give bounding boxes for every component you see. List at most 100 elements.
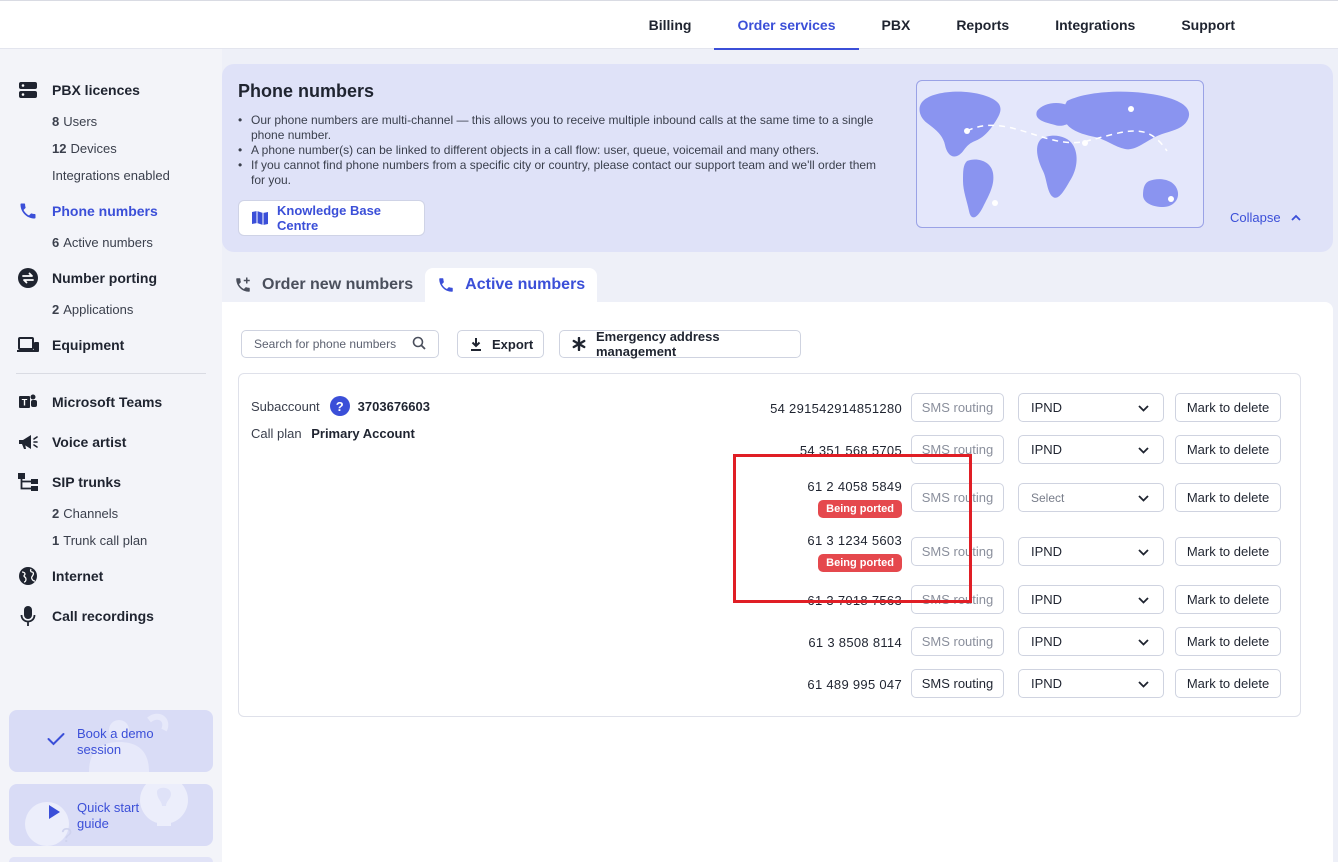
numbers-card: Subaccount ? 3703676603 Call plan Primar…: [238, 373, 1301, 717]
book-demo-line2: session: [77, 742, 122, 757]
search-icon: [412, 336, 426, 353]
select-value: IPND: [1031, 592, 1063, 607]
ipnd-select[interactable]: IPND: [1018, 435, 1164, 464]
mark-to-delete-button[interactable]: Mark to delete: [1175, 483, 1281, 512]
phone-number: 61 2 4058 5849: [807, 479, 902, 494]
select-value: Select: [1031, 490, 1065, 505]
ipnd-select[interactable]: IPND: [1018, 585, 1164, 614]
phone-plus-icon: [234, 276, 252, 294]
tab-order-new-numbers[interactable]: Order new numbers: [222, 268, 425, 302]
tab-label: Active numbers: [465, 276, 586, 293]
quick-start-card[interactable]: ? Quick start guide: [9, 784, 213, 846]
mark-to-delete-button[interactable]: Mark to delete: [1175, 585, 1281, 614]
sidebar-sub-users[interactable]: 8 Users: [52, 114, 97, 129]
sms-routing-button[interactable]: SMS routing: [911, 393, 1004, 422]
sms-routing-button[interactable]: SMS routing: [911, 537, 1004, 566]
search-placeholder: Search for phone numbers: [254, 337, 397, 351]
ipnd-select[interactable]: Select: [1018, 483, 1164, 512]
phone-number: 61 3 8508 8114: [808, 635, 902, 650]
sidebar-item-pbx-licences[interactable]: PBX licences: [16, 78, 140, 102]
info-bullet: A phone number(s) can be linked to diffe…: [238, 143, 888, 158]
mark-to-delete-button[interactable]: Mark to delete: [1175, 393, 1281, 422]
chevron-down-icon: [1138, 490, 1149, 505]
sidebar-item-sip-trunks[interactable]: SIP trunks: [16, 470, 121, 494]
export-button[interactable]: Export: [457, 330, 544, 358]
sidebar-item-voice-artist[interactable]: Voice artist: [16, 430, 126, 454]
mark-to-delete-button[interactable]: Mark to delete: [1175, 435, 1281, 464]
sidebar-item-internet[interactable]: Internet: [16, 564, 103, 588]
sidebar-sub-devices[interactable]: 12 Devices: [52, 141, 117, 156]
sidebar-item-label: Voice artist: [52, 434, 127, 450]
mark-to-delete-button[interactable]: Mark to delete: [1175, 627, 1281, 656]
sidebar-sub-applications[interactable]: 2 Applications: [52, 302, 133, 317]
sms-routing-button[interactable]: SMS routing: [911, 435, 1004, 464]
sidebar-item-label: Number porting: [52, 270, 157, 286]
table-row: 61 3 8508 8114 SMS routing IPND Mark to …: [239, 627, 1302, 657]
phone-number: 54 291542914851280: [770, 401, 902, 416]
ipnd-select[interactable]: IPND: [1018, 669, 1164, 698]
sms-routing-button[interactable]: SMS routing: [911, 483, 1004, 512]
page-title: Phone numbers: [238, 81, 375, 101]
sub-count: 12: [52, 141, 67, 156]
info-bullet: If you cannot find phone numbers from a …: [238, 158, 888, 188]
world-map-icon: [919, 91, 1190, 218]
status-badge: Being ported: [818, 500, 902, 518]
top-nav: Billing Order services PBX Reports Integ…: [626, 1, 1258, 50]
collapse-button[interactable]: Collapse: [1230, 210, 1301, 225]
sidebar-divider: [16, 373, 206, 374]
nav-reports[interactable]: Reports: [933, 1, 1032, 49]
book-demo-line1: Book a demo: [77, 726, 154, 741]
ipnd-select[interactable]: IPND: [1018, 537, 1164, 566]
world-map-illustration: [916, 80, 1204, 228]
sidebar-item-phone-numbers[interactable]: Phone numbers: [16, 199, 158, 223]
sms-routing-button[interactable]: SMS routing: [911, 585, 1004, 614]
nav-pbx[interactable]: PBX: [859, 1, 934, 49]
export-label: Export: [492, 336, 534, 352]
phone-number: 61 3 1234 5603: [807, 533, 902, 548]
sub-count: 8: [52, 114, 60, 129]
sidebar-item-label: PBX licences: [52, 82, 140, 98]
numbers-tabs: Order new numbers Active numbers: [222, 268, 598, 302]
svg-text:?: ?: [61, 825, 72, 846]
search-input[interactable]: Search for phone numbers: [241, 330, 439, 358]
phone-number: 61 489 995 047: [807, 677, 902, 692]
sidebar-sub-active-numbers[interactable]: 6 Active numbers: [52, 235, 153, 250]
book-demo-card[interactable]: Book a demo session: [9, 710, 213, 772]
sub-count: 2: [52, 506, 60, 521]
microphone-icon: [16, 604, 40, 628]
chevron-down-icon: [1138, 634, 1149, 649]
globe-icon: [16, 564, 40, 588]
sub-count: 1: [52, 533, 60, 548]
knowledge-base-button[interactable]: Knowledge Base Centre: [238, 200, 425, 236]
info-banner: Phone numbers Our phone numbers are mult…: [222, 64, 1333, 252]
server-icon: [16, 78, 40, 102]
tab-active-numbers[interactable]: Active numbers: [425, 268, 598, 302]
phone-icon: [16, 199, 40, 223]
mark-to-delete-button[interactable]: Mark to delete: [1175, 537, 1281, 566]
mark-to-delete-button[interactable]: Mark to delete: [1175, 669, 1281, 698]
sidebar-item-number-porting[interactable]: Number porting: [16, 266, 157, 290]
sms-routing-button[interactable]: SMS routing: [911, 669, 1004, 698]
nav-order-services[interactable]: Order services: [714, 1, 859, 50]
sidebar-item-equipment[interactable]: Equipment: [16, 333, 124, 357]
ipnd-select[interactable]: IPND: [1018, 627, 1164, 656]
sidebar-item-label: Call recordings: [52, 608, 154, 624]
nav-support[interactable]: Support: [1158, 1, 1258, 49]
sms-routing-button[interactable]: SMS routing: [911, 627, 1004, 656]
sidebar-item-label: Microsoft Teams: [52, 394, 163, 410]
nav-billing[interactable]: Billing: [626, 1, 715, 49]
sub-text: Devices: [70, 141, 117, 156]
ipnd-select[interactable]: IPND: [1018, 393, 1164, 422]
chevron-down-icon: [1138, 442, 1149, 457]
sidebar-sub-trunk-call-plan[interactable]: 1 Trunk call plan: [52, 533, 147, 548]
sidebar-item-call-recordings[interactable]: Call recordings: [16, 604, 154, 628]
info-bullet: Our phone numbers are multi-channel — th…: [238, 113, 888, 143]
sidebar-item-microsoft-teams[interactable]: T Microsoft Teams: [16, 390, 162, 414]
chevron-down-icon: [1138, 592, 1149, 607]
nav-integrations[interactable]: Integrations: [1032, 1, 1158, 49]
sidebar-sub-channels[interactable]: 2 Channels: [52, 506, 118, 521]
hierarchy-icon: [16, 470, 40, 494]
sidebar-item-label: SIP trunks: [52, 474, 121, 490]
emergency-address-button[interactable]: Emergency address management: [559, 329, 801, 359]
sidebar-sub-integrations[interactable]: Integrations enabled: [52, 168, 170, 183]
